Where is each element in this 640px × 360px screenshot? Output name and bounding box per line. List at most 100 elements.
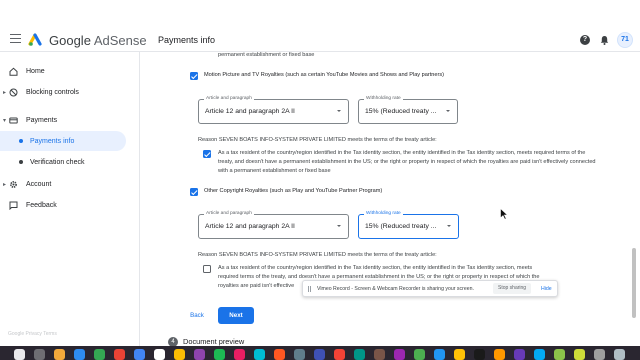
sidebar-item-account[interactable]: ▸ Account bbox=[0, 174, 126, 194]
app-icon[interactable] bbox=[74, 349, 85, 360]
mouse-pointer-icon bbox=[500, 208, 508, 220]
app-icon[interactable] bbox=[214, 349, 225, 360]
dropdown-arrow-icon bbox=[337, 110, 341, 112]
sidebar: Home ▸ Blocking controls ▾ Payments Paym… bbox=[0, 52, 140, 360]
app-icon[interactable] bbox=[574, 349, 585, 360]
finder-icon[interactable] bbox=[14, 349, 25, 360]
sidebar-item-label: Payments info bbox=[30, 137, 75, 145]
app-icon[interactable] bbox=[94, 349, 105, 360]
top-app-bar: Google AdSense Payments info ? 71 bbox=[0, 0, 640, 52]
sidebar-item-label: Verification check bbox=[30, 158, 85, 166]
feedback-icon bbox=[9, 201, 18, 210]
app-icon[interactable] bbox=[114, 349, 125, 360]
app-icon[interactable] bbox=[474, 349, 485, 360]
app-icon[interactable] bbox=[434, 349, 445, 360]
dropdown-arrow-icon bbox=[446, 110, 450, 112]
previous-condition-tail: permanent establishment or fixed base bbox=[218, 52, 315, 58]
gear-icon bbox=[10, 180, 17, 188]
field-label: Article and paragraph bbox=[204, 96, 254, 101]
chevron-right-icon: ▸ bbox=[3, 89, 7, 96]
field-value: 15% (Reduced treaty ... bbox=[365, 108, 437, 115]
next-button[interactable]: Next bbox=[218, 307, 254, 324]
app-icon[interactable] bbox=[374, 349, 385, 360]
help-icon[interactable]: ? bbox=[580, 35, 590, 45]
dropdown-arrow-icon bbox=[447, 225, 451, 227]
footer-links[interactable]: Google Privacy Terms bbox=[8, 331, 57, 337]
copyright-condition-checkbox[interactable] bbox=[203, 265, 211, 273]
sidebar-item-feedback[interactable]: Feedback bbox=[0, 195, 126, 215]
step-document-preview-label[interactable]: Document preview bbox=[183, 337, 244, 346]
sidebar-item-label: Blocking controls bbox=[26, 88, 79, 96]
field-value: Article 12 and paragraph 2A II bbox=[205, 108, 295, 115]
hide-button[interactable]: Hide bbox=[541, 286, 552, 292]
field-label: Withholding rate bbox=[364, 211, 403, 216]
app-icon[interactable] bbox=[54, 349, 65, 360]
home-icon bbox=[9, 67, 18, 76]
field-value: 15% (Reduced treaty ... bbox=[365, 223, 437, 230]
motion-withholding-rate-select[interactable]: Withholding rate 15% (Reduced treaty ... bbox=[358, 96, 458, 124]
screen-sharing-notification: Vimeo Record - Screen & Webcam Recorder … bbox=[302, 280, 558, 297]
product-name[interactable]: Google AdSense bbox=[49, 33, 147, 48]
motion-picture-royalties-checkbox[interactable] bbox=[190, 72, 198, 80]
app-icon[interactable] bbox=[294, 349, 305, 360]
field-label: Article and paragraph bbox=[204, 211, 254, 216]
chevron-down-icon: ▾ bbox=[3, 117, 7, 124]
app-icon[interactable] bbox=[394, 349, 405, 360]
sharing-message: Vimeo Record - Screen & Webcam Recorder … bbox=[317, 286, 474, 292]
motion-condition-checkbox[interactable] bbox=[203, 150, 211, 158]
bullet-dot-icon bbox=[19, 160, 23, 164]
account-avatar[interactable]: 71 bbox=[617, 32, 633, 48]
adsense-logo-icon bbox=[28, 33, 42, 46]
copyright-royalties-label: Other Copyright Royalties (such as Play … bbox=[204, 188, 383, 194]
sidebar-item-verification-check[interactable]: Verification check bbox=[0, 152, 126, 172]
copyright-article-select[interactable]: Article and paragraph Article 12 and par… bbox=[198, 211, 349, 239]
app-icon[interactable] bbox=[134, 349, 145, 360]
motion-article-select[interactable]: Article and paragraph Article 12 and par… bbox=[198, 96, 349, 124]
app-icon[interactable] bbox=[154, 349, 165, 360]
dropdown-arrow-icon bbox=[337, 225, 341, 227]
app-icon[interactable] bbox=[454, 349, 465, 360]
drag-handle-icon[interactable] bbox=[308, 286, 311, 292]
app-icon[interactable] bbox=[414, 349, 425, 360]
stop-sharing-button[interactable]: Stop sharing bbox=[493, 283, 532, 294]
app-icon[interactable] bbox=[194, 349, 205, 360]
field-value: Article 12 and paragraph 2A II bbox=[205, 223, 295, 230]
page-title: Payments info bbox=[158, 35, 216, 45]
notifications-bell-icon[interactable] bbox=[600, 35, 609, 45]
app-icon[interactable] bbox=[254, 349, 265, 360]
block-icon bbox=[9, 88, 18, 96]
app-icon[interactable] bbox=[534, 349, 545, 360]
copyright-withholding-rate-select[interactable]: Withholding rate 15% (Reduced treaty ... bbox=[358, 211, 459, 239]
motion-condition-text: As a tax resident of the country/region … bbox=[218, 150, 596, 174]
chevron-right-icon: ▸ bbox=[3, 181, 7, 188]
copyright-condition-line3: royalties are paid isn't effective bbox=[218, 283, 295, 289]
launchpad-icon[interactable] bbox=[34, 349, 45, 360]
scrollbar-thumb[interactable] bbox=[632, 248, 636, 318]
motion-picture-royalties-label: Motion Picture and TV Royalties (such as… bbox=[204, 72, 445, 78]
app-icon[interactable] bbox=[354, 349, 365, 360]
app-icon[interactable] bbox=[274, 349, 285, 360]
copyright-condition-line1: As a tax resident of the country/region … bbox=[218, 265, 533, 271]
app-icon[interactable] bbox=[174, 349, 185, 360]
app-icon[interactable] bbox=[514, 349, 525, 360]
sidebar-item-home[interactable]: Home bbox=[0, 61, 126, 81]
field-label: Withholding rate bbox=[364, 96, 403, 101]
copyright-royalties-checkbox[interactable] bbox=[190, 188, 198, 196]
sidebar-item-label: Home bbox=[26, 67, 45, 75]
sidebar-item-label: Account bbox=[26, 180, 52, 188]
app-icon[interactable] bbox=[594, 349, 605, 360]
sidebar-item-payments[interactable]: ▾ Payments bbox=[0, 110, 126, 130]
motion-reason-text: Reason SEVEN BOATS INFO-SYSTEM PRIVATE L… bbox=[198, 137, 437, 143]
app-icon[interactable] bbox=[554, 349, 565, 360]
bullet-dot-icon bbox=[19, 139, 23, 143]
copyright-reason-text: Reason SEVEN BOATS INFO-SYSTEM PRIVATE L… bbox=[198, 252, 437, 258]
trash-icon[interactable] bbox=[614, 349, 625, 360]
app-icon[interactable] bbox=[314, 349, 325, 360]
app-icon[interactable] bbox=[494, 349, 505, 360]
app-icon[interactable] bbox=[334, 349, 345, 360]
app-icon[interactable] bbox=[234, 349, 245, 360]
sidebar-item-payments-info[interactable]: Payments info bbox=[0, 131, 126, 151]
menu-icon[interactable] bbox=[10, 34, 21, 43]
sidebar-item-blocking-controls[interactable]: ▸ Blocking controls bbox=[0, 82, 126, 102]
back-button[interactable]: Back bbox=[186, 310, 208, 322]
